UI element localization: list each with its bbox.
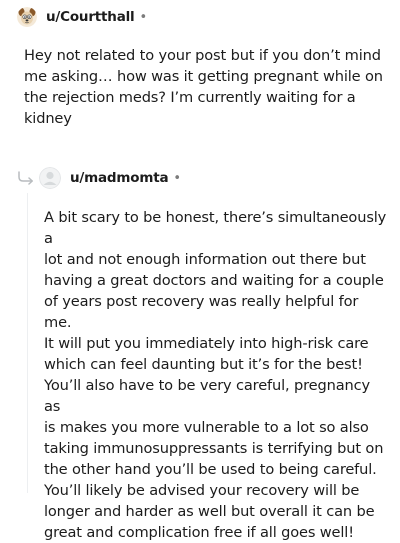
dog-avatar-icon[interactable]: [17, 7, 37, 27]
comment-header: u/madmomta •: [17, 167, 181, 189]
username[interactable]: u/Courtthall: [46, 9, 135, 25]
comment-body: Hey not related to your post but if you …: [24, 47, 383, 127]
username[interactable]: u/madmomta: [70, 170, 169, 186]
thread-line: [27, 193, 28, 493]
separator-dot: •: [173, 170, 182, 186]
default-avatar-icon[interactable]: [39, 167, 61, 189]
reply-arrow-icon: [18, 171, 33, 185]
comment-header: u/Courtthall •: [17, 7, 147, 27]
comment-body: A bit scary to be honest, there’s simult…: [44, 209, 387, 541]
separator-dot: •: [139, 9, 148, 25]
